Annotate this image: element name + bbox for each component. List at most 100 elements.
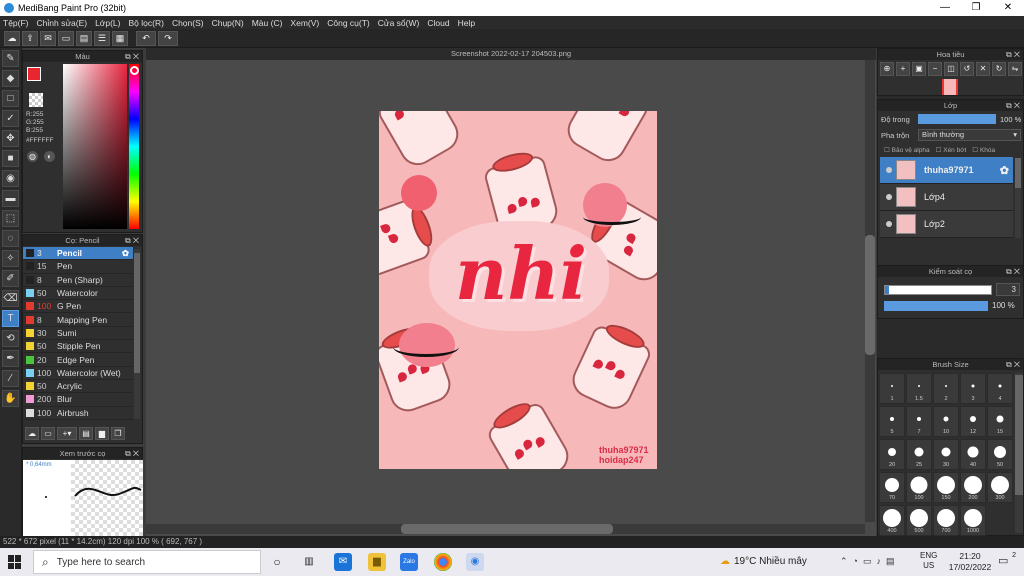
layer-row[interactable]: thuha97971 ✿ [880,157,1013,184]
saturation-value-picker[interactable] [63,64,127,229]
close-icon[interactable]: ⧉ ✕ [1006,49,1020,60]
brush-list-item[interactable]: 20 Edge Pen [23,353,133,367]
brush-size-cell[interactable]: 20 [879,439,905,470]
rotate-left-icon[interactable]: ↺ [960,62,974,76]
file-explorer-icon[interactable]: ▆ [368,553,386,571]
system-tray-icons[interactable]: ⌃◔▭♪▤ [840,556,899,567]
lock-checkbox[interactable]: ☐ Khóa [972,146,995,154]
brush-size-cell[interactable]: 7 [906,406,932,437]
zoom-in-icon[interactable]: + [896,62,910,76]
brush-size-cell[interactable]: 1.5 [906,373,932,404]
brush-list-item[interactable]: 15 Pen [23,260,133,274]
windows-start-icon[interactable] [8,555,22,569]
brush-list-item[interactable]: 200 Blur [23,393,133,407]
gear-icon[interactable]: ✿ [122,248,129,259]
brush-size-cell[interactable]: 25 [906,439,932,470]
brush-list-item[interactable]: 100 G Pen [23,300,133,314]
cortana-icon[interactable]: ○ [268,553,286,571]
brush-list-item[interactable]: 100 Airbrush [23,407,133,420]
eyedropper-icon[interactable]: ⁄ [2,370,19,387]
transparent-swatch[interactable] [29,93,43,107]
brush-size-cell[interactable]: 40 [960,439,986,470]
weather-text[interactable]: 19°C Nhiều mây [734,556,807,567]
hue-handle[interactable] [130,66,139,75]
gear-icon[interactable]: ✿ [1000,164,1009,177]
brush-size-input[interactable]: 3 [996,283,1020,296]
menu-layer[interactable]: Lớp(L) [95,18,120,28]
task-view-icon[interactable]: ▥ [300,553,318,571]
brush-size-cell[interactable]: 15 [987,406,1013,437]
page-icon[interactable]: ▤ [76,30,92,46]
brush-size-cell[interactable]: 12 [960,406,986,437]
fg-color-swatch[interactable] [27,67,41,81]
protect-alpha-checkbox[interactable]: ☐ Bảo vệ alpha [884,146,930,154]
reset-icon[interactable]: ✕ [976,62,990,76]
brush-list-item[interactable]: 50 Acrylic [23,380,133,394]
navigator-thumbnail[interactable] [942,79,958,95]
close-icon[interactable]: ⧉ ✕ [1006,100,1020,111]
brush-list-item[interactable]: 50 Watercolor [23,287,133,301]
divide-tool-icon[interactable]: ⟲ [2,330,19,347]
cloud-icon[interactable]: ☁ [4,30,20,46]
rotate-right-icon[interactable]: ↻ [992,62,1006,76]
brush-size-cell[interactable]: 400 [879,505,905,536]
select-tool-icon[interactable]: ⬚ [2,210,19,227]
notification-icon[interactable]: ▭ 2 [998,552,1016,570]
eye-icon[interactable] [886,167,892,173]
menu-tools[interactable]: Công cụ(T) [327,18,370,28]
brush-size-cell[interactable]: 1 [879,373,905,404]
add-brush-icon[interactable]: +▾ [57,427,77,440]
fill-tool-icon[interactable]: ◉ [2,170,19,187]
brush-size-cell[interactable]: 1000 [960,505,986,536]
language-indicator[interactable]: ENG US [920,551,937,571]
select-eraser-icon[interactable]: ⌫ [2,290,19,307]
brush-size-cell[interactable]: 4 [987,373,1013,404]
palette-icon[interactable]: ◍ [27,151,38,162]
layer-row[interactable]: Lớp4 [880,184,1013,211]
clip-checkbox[interactable]: ☐ Xén bớt [936,146,967,154]
comment-icon[interactable]: ✉ [40,30,56,46]
eye-icon[interactable] [886,221,892,227]
text-tool-icon[interactable]: T [2,310,19,327]
close-icon[interactable]: ⧉ ✕ [1006,266,1020,277]
settings-icon[interactable]: ▤ [79,427,93,440]
menu-select[interactable]: Chọn(S) [172,18,204,28]
menu-window[interactable]: Cửa sổ(W) [378,18,420,28]
pen-tool-icon[interactable]: ✒ [2,350,19,367]
zoom-icon[interactable]: ⊕ [880,62,894,76]
grid-icon[interactable]: ▦ [112,30,128,46]
brush-size-cell[interactable]: 50 [987,439,1013,470]
flip-icon[interactable]: ⇋ [1008,62,1022,76]
menu-help[interactable]: Help [458,18,475,28]
document-tab[interactable]: Screenshot 2022-02-17 204503.png [146,48,876,60]
brush-size-cell[interactable]: 100 [906,472,932,503]
maximize-button[interactable]: ❐ [961,0,991,16]
brush-size-cell[interactable]: 300 [987,472,1013,503]
magic-wand-icon[interactable]: ✧ [2,250,19,267]
brush-size-cell[interactable]: 700 [933,505,959,536]
brush-size-cell[interactable]: 150 [933,472,959,503]
folder-icon[interactable]: ▆ [95,427,109,440]
brush-size-cell[interactable]: 2 [933,373,959,404]
new-brush-icon[interactable]: ▭ [41,427,55,440]
brush-size-slider[interactable] [884,285,992,295]
brush-list-scrollbar[interactable] [134,249,140,419]
move-tool-icon[interactable]: ✥ [2,130,19,147]
zoom-out-icon[interactable]: − [928,62,942,76]
menu-view[interactable]: Xem(V) [290,18,319,28]
hand-tool-icon[interactable]: ✋ [2,390,19,407]
brush-list-item[interactable]: 3 Pencil ✿ [23,247,133,261]
close-icon[interactable]: ⧉ ✕ [125,448,139,459]
document-canvas[interactable]: nhi thuha97971 hoidap247 [379,111,657,469]
hue-slider[interactable] [129,64,139,229]
medibang-taskbar-icon[interactable]: ◉ [466,553,484,571]
actual-size-icon[interactable]: ◫ [944,62,958,76]
eye-icon[interactable] [886,194,892,200]
redo-button[interactable]: ↷ [158,30,178,46]
brush-list-item[interactable]: 8 Mapping Pen [23,313,133,327]
minimize-button[interactable]: — [930,0,960,16]
mail-icon[interactable]: ✉ [334,553,352,571]
fit-icon[interactable]: ▣ [912,62,926,76]
brush-list-item[interactable]: 8 Pen (Sharp) [23,274,133,287]
brush-size-cell[interactable]: 70 [879,472,905,503]
